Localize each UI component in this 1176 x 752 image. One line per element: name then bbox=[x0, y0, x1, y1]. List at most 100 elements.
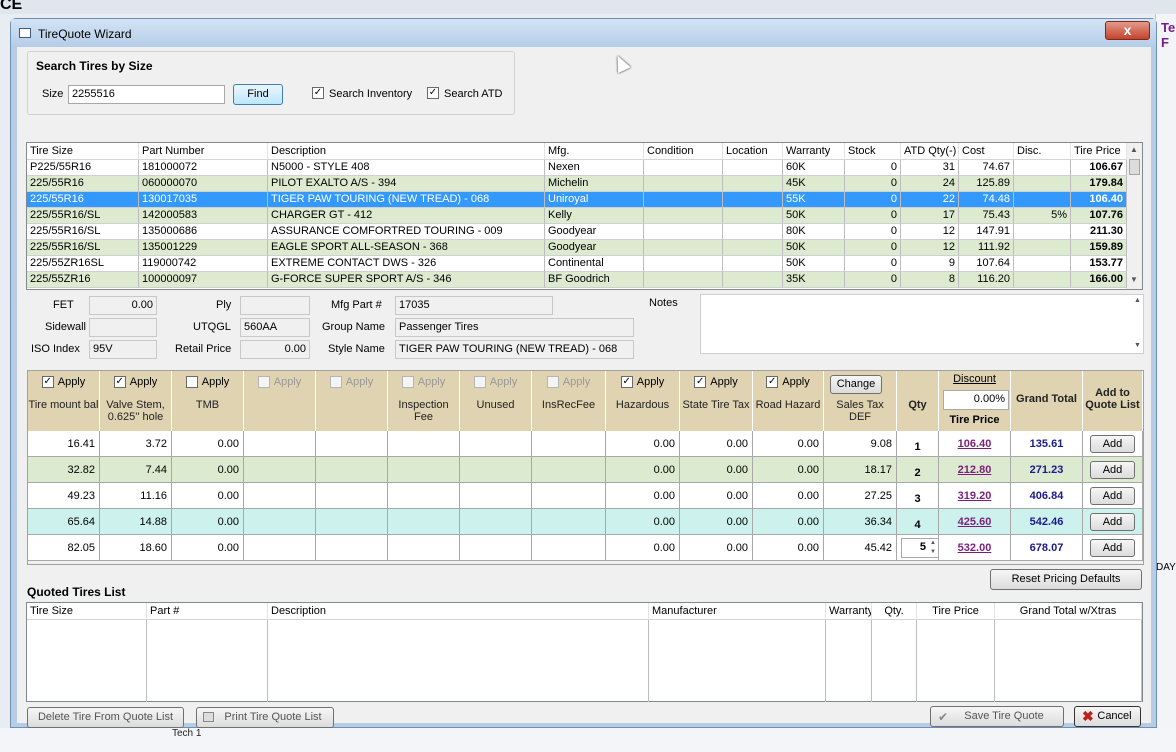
results-col-header[interactable]: Condition bbox=[644, 143, 723, 160]
quoted-col-header[interactable]: Warranty bbox=[826, 603, 872, 620]
results-cell[interactable]: 45K bbox=[783, 176, 845, 192]
results-cell[interactable]: 24 bbox=[901, 176, 959, 192]
results-cell[interactable] bbox=[1014, 256, 1071, 272]
add-button[interactable]: Add bbox=[1090, 487, 1135, 505]
scroll-up-icon[interactable]: ▲ bbox=[1130, 145, 1138, 154]
qty-cell[interactable]: 5 ▲ ▼ bbox=[897, 535, 939, 561]
results-col-header[interactable]: Disc. bbox=[1014, 143, 1071, 160]
results-cell[interactable]: 50K bbox=[783, 256, 845, 272]
results-cell[interactable] bbox=[1014, 176, 1071, 192]
discount-input[interactable]: 0.00% bbox=[943, 390, 1009, 410]
results-cell[interactable]: Michelin bbox=[545, 176, 644, 192]
results-cell[interactable] bbox=[723, 224, 783, 240]
delete-tire-button[interactable]: Delete Tire From Quote List bbox=[27, 707, 184, 728]
results-cell[interactable]: G-FORCE SUPER SPORT A/S - 346 bbox=[268, 272, 545, 288]
tire-price-cell[interactable]: 106.40 bbox=[939, 431, 1011, 457]
results-scrollbar[interactable]: ▲ ▼ bbox=[1126, 143, 1142, 289]
add-button[interactable]: Add bbox=[1090, 435, 1135, 453]
results-cell[interactable]: Continental bbox=[545, 256, 644, 272]
results-cell[interactable]: 107.76 bbox=[1071, 208, 1127, 224]
results-cell[interactable] bbox=[644, 160, 723, 176]
results-cell[interactable]: N5000 - STYLE 408 bbox=[268, 160, 545, 176]
results-cell[interactable]: 74.48 bbox=[959, 192, 1014, 208]
results-cell[interactable]: 31 bbox=[901, 160, 959, 176]
results-cell[interactable] bbox=[644, 176, 723, 192]
results-cell[interactable]: 100000097 bbox=[139, 272, 268, 288]
results-cell[interactable] bbox=[723, 240, 783, 256]
apply-checkbox[interactable] bbox=[185, 376, 198, 389]
results-cell[interactable]: 130017035 bbox=[139, 192, 268, 208]
results-cell[interactable] bbox=[1014, 240, 1071, 256]
cancel-button[interactable]: ✖ Cancel bbox=[1074, 706, 1141, 727]
results-col-header[interactable]: Description bbox=[268, 143, 545, 160]
results-cell[interactable]: 22 bbox=[901, 192, 959, 208]
results-cell[interactable] bbox=[723, 256, 783, 272]
tire-price-cell[interactable]: 319.20 bbox=[939, 483, 1011, 509]
apply-checkbox[interactable]: ✓ bbox=[620, 376, 633, 389]
tire-price-link[interactable]: 532.00 bbox=[958, 542, 992, 554]
results-cell[interactable] bbox=[723, 160, 783, 176]
results-cell[interactable]: BF Goodrich bbox=[545, 272, 644, 288]
quoted-col-header[interactable]: Qty. bbox=[872, 603, 917, 620]
results-cell[interactable]: 0 bbox=[845, 176, 901, 192]
tire-price-link[interactable]: 425.60 bbox=[958, 516, 992, 528]
results-cell[interactable] bbox=[723, 192, 783, 208]
tire-price-link[interactable]: 212.80 bbox=[958, 464, 992, 476]
results-cell[interactable] bbox=[644, 224, 723, 240]
notes-scroll-down-icon[interactable]: ▼ bbox=[1134, 342, 1141, 349]
results-cell[interactable]: 135001229 bbox=[139, 240, 268, 256]
results-cell[interactable]: 153.77 bbox=[1071, 256, 1127, 272]
results-cell[interactable]: TIGER PAW TOURING (NEW TREAD) - 068 bbox=[268, 192, 545, 208]
tire-price-link[interactable]: 106.40 bbox=[958, 438, 992, 450]
quoted-col-header[interactable]: Manufacturer bbox=[649, 603, 826, 620]
add-button[interactable]: Add bbox=[1090, 539, 1135, 557]
notes-scroll-up-icon[interactable]: ▲ bbox=[1134, 297, 1141, 304]
title-bar[interactable]: TireQuote Wizard x bbox=[11, 19, 1156, 47]
results-cell[interactable]: 80K bbox=[783, 224, 845, 240]
results-cell[interactable]: 166.00 bbox=[1071, 272, 1127, 288]
results-cell[interactable]: 106.40 bbox=[1071, 192, 1127, 208]
results-cell[interactable]: 50K bbox=[783, 240, 845, 256]
tire-price-cell[interactable]: 425.60 bbox=[939, 509, 1011, 535]
results-cell[interactable]: 060000070 bbox=[139, 176, 268, 192]
results-cell[interactable]: 225/55ZR16SL bbox=[27, 256, 139, 272]
apply-checkbox[interactable]: ✓ bbox=[766, 376, 779, 389]
results-cell[interactable]: 225/55R16 bbox=[27, 176, 139, 192]
results-cell[interactable]: 135000686 bbox=[139, 224, 268, 240]
results-cell[interactable] bbox=[644, 272, 723, 288]
size-input[interactable]: 2255516 bbox=[68, 85, 225, 104]
results-cell[interactable]: 17 bbox=[901, 208, 959, 224]
results-cell[interactable]: Kelly bbox=[545, 208, 644, 224]
results-cell[interactable]: 8 bbox=[901, 272, 959, 288]
results-cell[interactable] bbox=[644, 208, 723, 224]
results-cell[interactable]: 116.20 bbox=[959, 272, 1014, 288]
results-cell[interactable]: 9 bbox=[901, 256, 959, 272]
results-cell[interactable]: Uniroyal bbox=[545, 192, 644, 208]
results-col-header[interactable]: Part Number bbox=[139, 143, 268, 160]
results-cell[interactable]: 211.30 bbox=[1071, 224, 1127, 240]
results-cell[interactable]: 142000583 bbox=[139, 208, 268, 224]
results-cell[interactable]: 0 bbox=[845, 240, 901, 256]
results-col-header[interactable]: Cost bbox=[959, 143, 1014, 160]
results-cell[interactable]: 0 bbox=[845, 192, 901, 208]
reset-pricing-defaults-button[interactable]: Reset Pricing Defaults bbox=[990, 569, 1142, 590]
results-cell[interactable]: CHARGER GT - 412 bbox=[268, 208, 545, 224]
results-cell[interactable]: 106.67 bbox=[1071, 160, 1127, 176]
results-cell[interactable]: Goodyear bbox=[545, 224, 644, 240]
tire-price-link[interactable]: 319.20 bbox=[958, 490, 992, 502]
results-cell[interactable] bbox=[723, 176, 783, 192]
results-cell[interactable]: 225/55ZR16 bbox=[27, 272, 139, 288]
search-atd-checkbox[interactable]: ✓ bbox=[427, 87, 439, 99]
results-cell[interactable] bbox=[644, 192, 723, 208]
results-cell[interactable]: 147.91 bbox=[959, 224, 1014, 240]
results-col-header[interactable]: Tire Price bbox=[1071, 143, 1127, 160]
scroll-thumb[interactable] bbox=[1129, 159, 1140, 175]
results-cell[interactable] bbox=[723, 208, 783, 224]
quoted-col-header[interactable]: Grand Total w/Xtras bbox=[995, 603, 1142, 620]
results-cell[interactable]: 225/55R16/SL bbox=[27, 224, 139, 240]
results-cell[interactable]: Goodyear bbox=[545, 240, 644, 256]
results-cell[interactable]: 0 bbox=[845, 224, 901, 240]
results-cell[interactable]: 119000742 bbox=[139, 256, 268, 272]
quoted-col-header[interactable]: Description bbox=[268, 603, 649, 620]
results-cell[interactable]: 159.89 bbox=[1071, 240, 1127, 256]
